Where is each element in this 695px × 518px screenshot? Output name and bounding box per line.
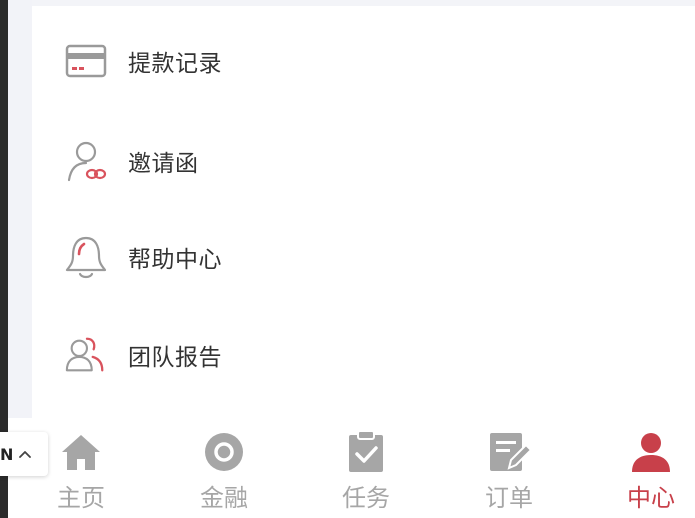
clipboard-icon bbox=[344, 430, 388, 474]
bell-icon bbox=[64, 235, 108, 279]
team-icon bbox=[64, 333, 108, 377]
menu-item-withdrawal-records[interactable]: 提款记录 bbox=[32, 16, 695, 106]
language-switcher[interactable]: N bbox=[0, 432, 48, 476]
menu-item-invitation[interactable]: 邀请函 bbox=[32, 116, 695, 206]
menu-item-label: 帮助中心 bbox=[128, 247, 222, 273]
left-gutter bbox=[8, 0, 32, 418]
language-code: N bbox=[0, 444, 14, 464]
tab-label: 主页 bbox=[57, 484, 105, 512]
order-edit-icon bbox=[487, 430, 531, 474]
menu-item-team-report[interactable]: 团队报告 bbox=[32, 310, 695, 400]
user-icon bbox=[629, 430, 673, 474]
coin-icon bbox=[202, 430, 246, 474]
menu-item-help-center[interactable]: 帮助中心 bbox=[32, 212, 695, 302]
tab-label: 金融 bbox=[200, 484, 248, 512]
account-menu: 提款记录 邀请函 帮助中心 团队报告 bbox=[32, 6, 695, 416]
tab-label: 中心 bbox=[627, 484, 675, 512]
tab-label: 订单 bbox=[485, 484, 533, 512]
chevron-up-icon bbox=[19, 450, 32, 458]
user-link-icon bbox=[64, 139, 108, 183]
app-screen: 提款记录 邀请函 帮助中心 团队报告 主页 金融 任务 订单 中心 N bbox=[0, 0, 695, 518]
tab-tasks[interactable]: 任务 bbox=[311, 418, 421, 518]
tab-center[interactable]: 中心 bbox=[596, 418, 695, 518]
home-icon bbox=[59, 430, 103, 474]
tab-orders[interactable]: 订单 bbox=[454, 418, 564, 518]
menu-item-label: 邀请函 bbox=[128, 151, 199, 177]
tab-label: 任务 bbox=[342, 484, 390, 512]
card-icon bbox=[64, 39, 108, 83]
bottom-tab-bar: 主页 金融 任务 订单 中心 bbox=[8, 418, 695, 518]
menu-item-label: 团队报告 bbox=[128, 345, 222, 371]
tab-finance[interactable]: 金融 bbox=[169, 418, 279, 518]
menu-item-label: 提款记录 bbox=[128, 51, 222, 77]
